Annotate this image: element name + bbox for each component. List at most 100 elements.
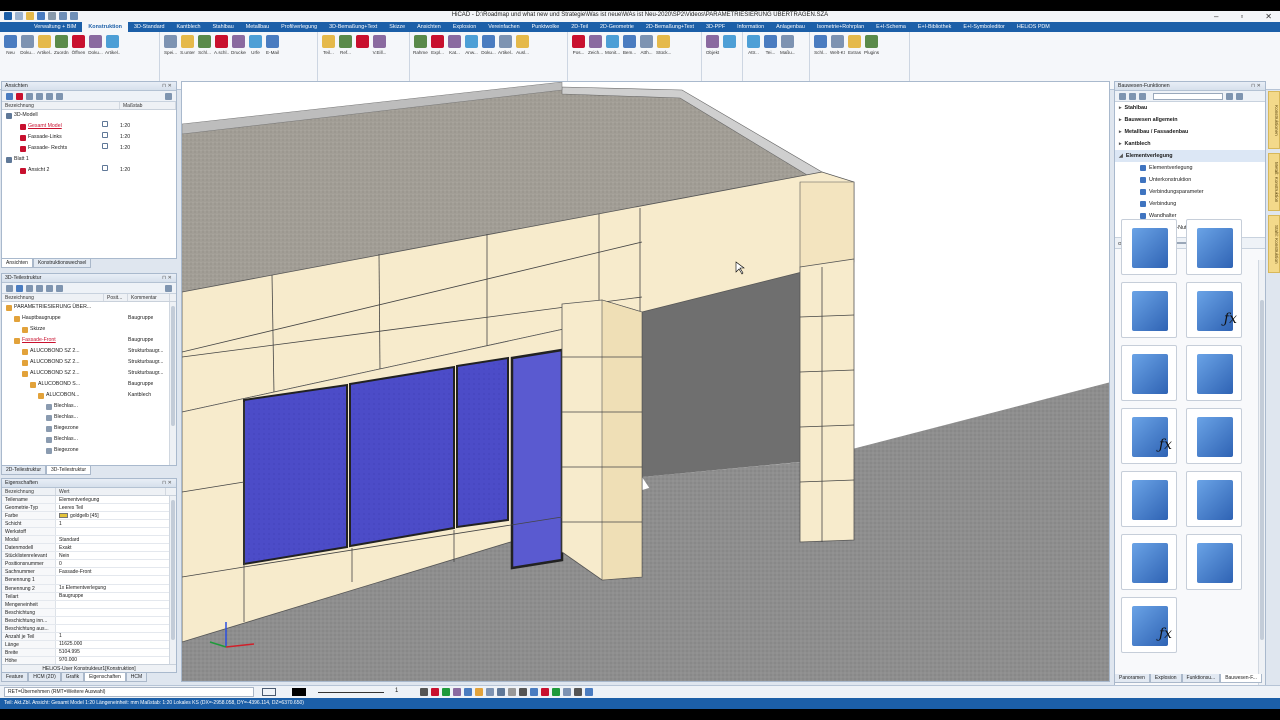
structure-scrollbar[interactable] (169, 302, 176, 465)
side-tab-2[interactable]: Stahl: Konstruktion (1268, 215, 1280, 273)
command-tool-icon[interactable] (464, 688, 472, 696)
structure-row[interactable]: Biegezone (2, 445, 176, 456)
ribbon-tab-19[interactable]: Isometrie+Rohrplan (811, 22, 870, 32)
function-tile[interactable] (1186, 408, 1242, 464)
property-value-cell[interactable] (56, 576, 59, 583)
property-value-cell[interactable]: Leeres Teil (56, 504, 83, 511)
view-window-icon[interactable] (102, 154, 120, 165)
function-tile[interactable]: ƒx (1186, 282, 1242, 338)
property-value-cell[interactable]: 1x Elementverlegung (56, 585, 106, 592)
ribbon-tab-6[interactable]: Profilverlegung (275, 22, 323, 32)
properties-tab-3[interactable]: Eigenschaften (84, 673, 126, 682)
ribbon-button-7-2[interactable]: Extras (847, 35, 862, 55)
function-tree-item[interactable]: Verbindung (1115, 198, 1265, 210)
property-value-cell[interactable]: Elementverlegung (56, 496, 99, 503)
side-tab-1[interactable]: Metall: Konstruktion (1268, 153, 1280, 211)
tab-ansichten[interactable]: Ansichten (1, 259, 33, 268)
minimize-icon[interactable]: – (1214, 11, 1218, 22)
window-pane-3[interactable] (456, 356, 509, 529)
ribbon-button-0-2[interactable]: Artikel... (37, 35, 52, 55)
property-value-cell[interactable]: Fassade-Front (56, 568, 92, 575)
view-row[interactable]: Blatt 1 (2, 154, 176, 165)
property-value-cell[interactable]: Exakt (56, 544, 72, 551)
ribbon-button-3-5[interactable]: Artikel... (498, 35, 513, 55)
expand-arrow-icon[interactable]: ▸ (1119, 102, 1122, 114)
command-tool-icon[interactable] (442, 688, 450, 696)
window-pane-1[interactable] (243, 383, 348, 566)
command-tool-icon[interactable] (420, 688, 428, 696)
column-position[interactable]: Posit... (104, 294, 128, 301)
expand-arrow-icon[interactable]: ▸ (1119, 138, 1122, 150)
ribbon-tab-20[interactable]: E+I-Schema (870, 22, 912, 32)
property-value-cell[interactable]: 1 (56, 633, 62, 640)
property-row[interactable]: Sachnummer Fassade-Front (2, 568, 176, 577)
ribbon-button-6-1[interactable]: Tei... (763, 35, 778, 55)
ribbon-button-7-3[interactable]: Plugins (864, 35, 879, 55)
ribbon-button-0-4[interactable]: Öffnen (71, 35, 86, 55)
ribbon-button-1-1[interactable]: S.unter (180, 35, 195, 55)
structure-row[interactable]: ALUCOBOND SZ 2... Strukturbaugr... (2, 368, 176, 379)
color-swatch[interactable] (292, 688, 306, 696)
ribbon-button-1-5[interactable]: Urfe (248, 35, 263, 55)
ribbon-tab-0[interactable]: Verwaltung + BIM (28, 22, 82, 32)
ribbon-tab-22[interactable]: E+I-Symboleditor (957, 22, 1011, 32)
view-row[interactable]: Fassade-Links 1:20 (2, 132, 176, 143)
property-row[interactable]: Beschichtung (2, 608, 176, 617)
ribbon-tab-23[interactable]: HELiOS PDM (1011, 22, 1056, 32)
command-tool-icon[interactable] (486, 688, 494, 696)
ribbon-button-4-0[interactable]: Pos... (571, 35, 586, 55)
view-gear-icon[interactable] (165, 93, 172, 100)
function-tree-item[interactable]: ▸ Kantblech (1115, 138, 1265, 150)
ribbon-tab-9[interactable]: Ansichten (411, 22, 447, 32)
ribbon-button-3-2[interactable]: Kat... (447, 35, 462, 55)
ribbon-button-1-3[interactable]: A.schl... (214, 35, 229, 55)
view-filter-icon[interactable] (56, 93, 63, 100)
ribbon-button-0-6[interactable]: Artikel... (105, 35, 120, 55)
glass-door[interactable] (510, 348, 564, 570)
view-window-icon[interactable] (102, 165, 120, 176)
part-move-icon[interactable] (36, 285, 43, 292)
function-tile[interactable] (1186, 534, 1242, 590)
property-row[interactable]: Mengeneinheit (2, 600, 176, 609)
property-row[interactable]: Länge 11625.000 (2, 640, 176, 649)
link-icon[interactable] (6, 285, 13, 292)
ribbon-button-4-1[interactable]: Zeich... (588, 35, 603, 55)
column-wert[interactable]: Wert (56, 488, 166, 495)
property-row[interactable]: Anzahl je Teil 1 (2, 632, 176, 641)
shape-tool-icon[interactable] (262, 688, 276, 696)
function-tree-item[interactable]: ▸ Metallbau / Fassadenbau (1115, 126, 1265, 138)
function-tile[interactable] (1121, 345, 1177, 401)
bauwesen-tab-2[interactable]: Funktionsu... (1181, 674, 1221, 683)
sort-desc-icon[interactable] (1236, 93, 1243, 100)
ribbon-button-6-2[interactable]: Maßu... (780, 35, 795, 55)
close-icon[interactable]: ✕ (1265, 11, 1272, 22)
function-tile[interactable] (1121, 219, 1177, 275)
function-tree-item[interactable]: Verbindungsparameter (1115, 186, 1265, 198)
property-row[interactable]: Breite 5104.995 (2, 648, 176, 657)
property-value-cell[interactable] (56, 528, 59, 535)
function-tile[interactable] (1186, 219, 1242, 275)
command-tool-icon[interactable] (497, 688, 505, 696)
ribbon-tab-3[interactable]: Kantblech (171, 22, 207, 32)
ribbon-button-5-1[interactable] (722, 35, 737, 55)
function-tile[interactable]: ƒx (1121, 408, 1177, 464)
ribbon-tab-15[interactable]: 2D-Bemaßung+Text (640, 22, 700, 32)
side-tab-0[interactable]: Konstruktionen (1268, 91, 1280, 149)
ribbon-button-2-2[interactable] (355, 35, 370, 55)
ribbon-button-2-3[interactable]: V.Eill... (372, 35, 387, 55)
part-filter-icon[interactable] (56, 285, 63, 292)
function-tile[interactable] (1121, 282, 1177, 338)
command-tool-icon[interactable] (552, 688, 560, 696)
column-bezeichnung[interactable]: Bezeichnung (2, 294, 104, 301)
function-tree-item[interactable]: Elementverlegung (1115, 162, 1265, 174)
properties-scrollbar[interactable] (169, 496, 176, 665)
command-tool-icon[interactable] (563, 688, 571, 696)
view-row[interactable]: Fassade- Rechts 1:20 (2, 143, 176, 154)
property-value-cell[interactable]: 5104.995 (56, 649, 80, 656)
view-props-icon[interactable] (26, 93, 33, 100)
property-row[interactable]: Stücklistenrelevant Nein (2, 552, 176, 561)
column-bezeichnung[interactable]: Bezeichnung (2, 488, 56, 495)
view-row[interactable]: 3D-Modell (2, 110, 176, 121)
property-value-cell[interactable]: goldgelb [45] (56, 512, 99, 519)
function-tree-item[interactable]: Unterkonstruktion (1115, 174, 1265, 186)
